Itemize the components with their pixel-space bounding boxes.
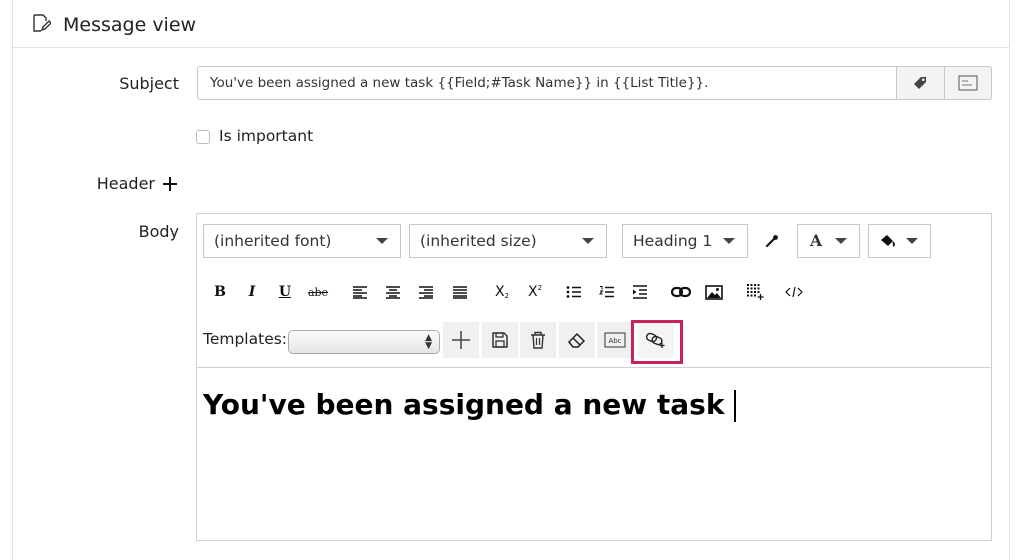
add-header-plus-icon[interactable] (162, 176, 178, 192)
abc-box-icon: Abc (604, 332, 626, 348)
edit-document-icon (33, 14, 51, 32)
tag-icon (914, 77, 927, 89)
svg-text:Abc: Abc (608, 337, 621, 345)
code-icon (785, 286, 803, 298)
insert-image-button[interactable] (701, 279, 727, 305)
font-family-value: (inherited font) (214, 232, 332, 250)
subject-label: Subject (119, 74, 179, 93)
superscript-button[interactable]: X2 (522, 279, 548, 305)
font-color-glyph: A (810, 231, 823, 250)
link-icon (671, 286, 691, 298)
justify-button[interactable] (447, 279, 473, 305)
trash-icon (531, 331, 545, 349)
save-template-button[interactable] (482, 322, 518, 358)
select-arrows-icon: ▲ ▼ (425, 333, 432, 351)
align-justify-icon (453, 286, 467, 299)
floppy-disk-icon (492, 332, 508, 348)
text-cursor (734, 390, 736, 422)
underline-button[interactable]: U (272, 279, 298, 305)
format-select[interactable]: Heading 1 (622, 224, 748, 258)
source-code-button[interactable] (781, 279, 807, 305)
align-left-icon (353, 286, 367, 299)
font-size-value: (inherited size) (420, 232, 537, 250)
editor-toolbar: (inherited font) (inherited size) Headin… (197, 214, 991, 368)
spellcheck-button[interactable]: Abc (597, 322, 633, 358)
font-family-select[interactable]: (inherited font) (203, 224, 401, 258)
chevron-down-icon (723, 238, 735, 244)
header-label: Header (96, 174, 155, 193)
superscript-glyph: X (527, 284, 538, 300)
numbered-list-icon (599, 286, 614, 298)
paint-bucket-icon (881, 235, 895, 247)
align-left-button[interactable] (347, 279, 373, 305)
font-size-select[interactable]: (inherited size) (409, 224, 607, 258)
chevron-down-icon (376, 238, 388, 244)
highlight-frame (631, 320, 683, 364)
insert-link-button[interactable] (668, 279, 694, 305)
plus-icon (452, 331, 470, 349)
table-grid-icon (747, 284, 764, 300)
insert-text-button[interactable] (943, 67, 991, 99)
indent-icon (633, 285, 647, 299)
bold-button[interactable]: B (207, 279, 233, 305)
background-color-select[interactable] (868, 224, 931, 258)
is-important-label: Is important (219, 127, 314, 145)
italic-button[interactable]: I (239, 279, 265, 305)
templates-select[interactable]: ▲ ▼ (288, 330, 440, 354)
editor-heading-text: You've been assigned a new task (203, 388, 725, 421)
subject-input[interactable]: You've been assigned a new task {{Field;… (197, 66, 897, 100)
chevron-down-icon (582, 238, 594, 244)
subscript-glyph: X (494, 284, 505, 300)
text-block-icon (958, 75, 978, 91)
image-icon (705, 284, 723, 300)
is-important-checkbox[interactable] (196, 130, 210, 144)
strikethrough-button[interactable]: abe (305, 279, 331, 305)
align-center-button[interactable] (380, 279, 406, 305)
eraser-icon (567, 332, 586, 348)
subject-button-group (896, 66, 992, 100)
delete-template-button[interactable] (520, 322, 556, 358)
insert-table-button[interactable] (742, 279, 768, 305)
bullet-list-button[interactable] (561, 279, 587, 305)
chevron-down-icon (835, 238, 847, 244)
subscript-button[interactable]: X2 (489, 279, 515, 305)
align-right-icon (419, 286, 433, 299)
panel-title: Message view (63, 14, 197, 36)
indent-button[interactable] (627, 279, 653, 305)
body-label: Body (138, 222, 179, 241)
clear-formatting-button[interactable] (559, 322, 595, 358)
editor-content[interactable]: You've been assigned a new task (203, 388, 736, 422)
align-right-button[interactable] (413, 279, 439, 305)
bullet-list-icon (566, 286, 581, 298)
eyedropper-button[interactable] (759, 228, 785, 254)
numbered-list-button[interactable] (594, 279, 620, 305)
eyedropper-icon (765, 235, 778, 248)
add-template-button[interactable] (443, 322, 479, 358)
font-color-select[interactable]: A (797, 224, 860, 258)
chevron-down-icon (906, 238, 918, 244)
body-editor: (inherited font) (inherited size) Headin… (196, 213, 992, 541)
insert-field-button[interactable] (897, 67, 944, 99)
align-center-icon (386, 286, 400, 299)
format-value: Heading 1 (633, 232, 713, 250)
panel-header: Message view (13, 0, 1009, 48)
templates-label: Templates: (203, 330, 288, 348)
